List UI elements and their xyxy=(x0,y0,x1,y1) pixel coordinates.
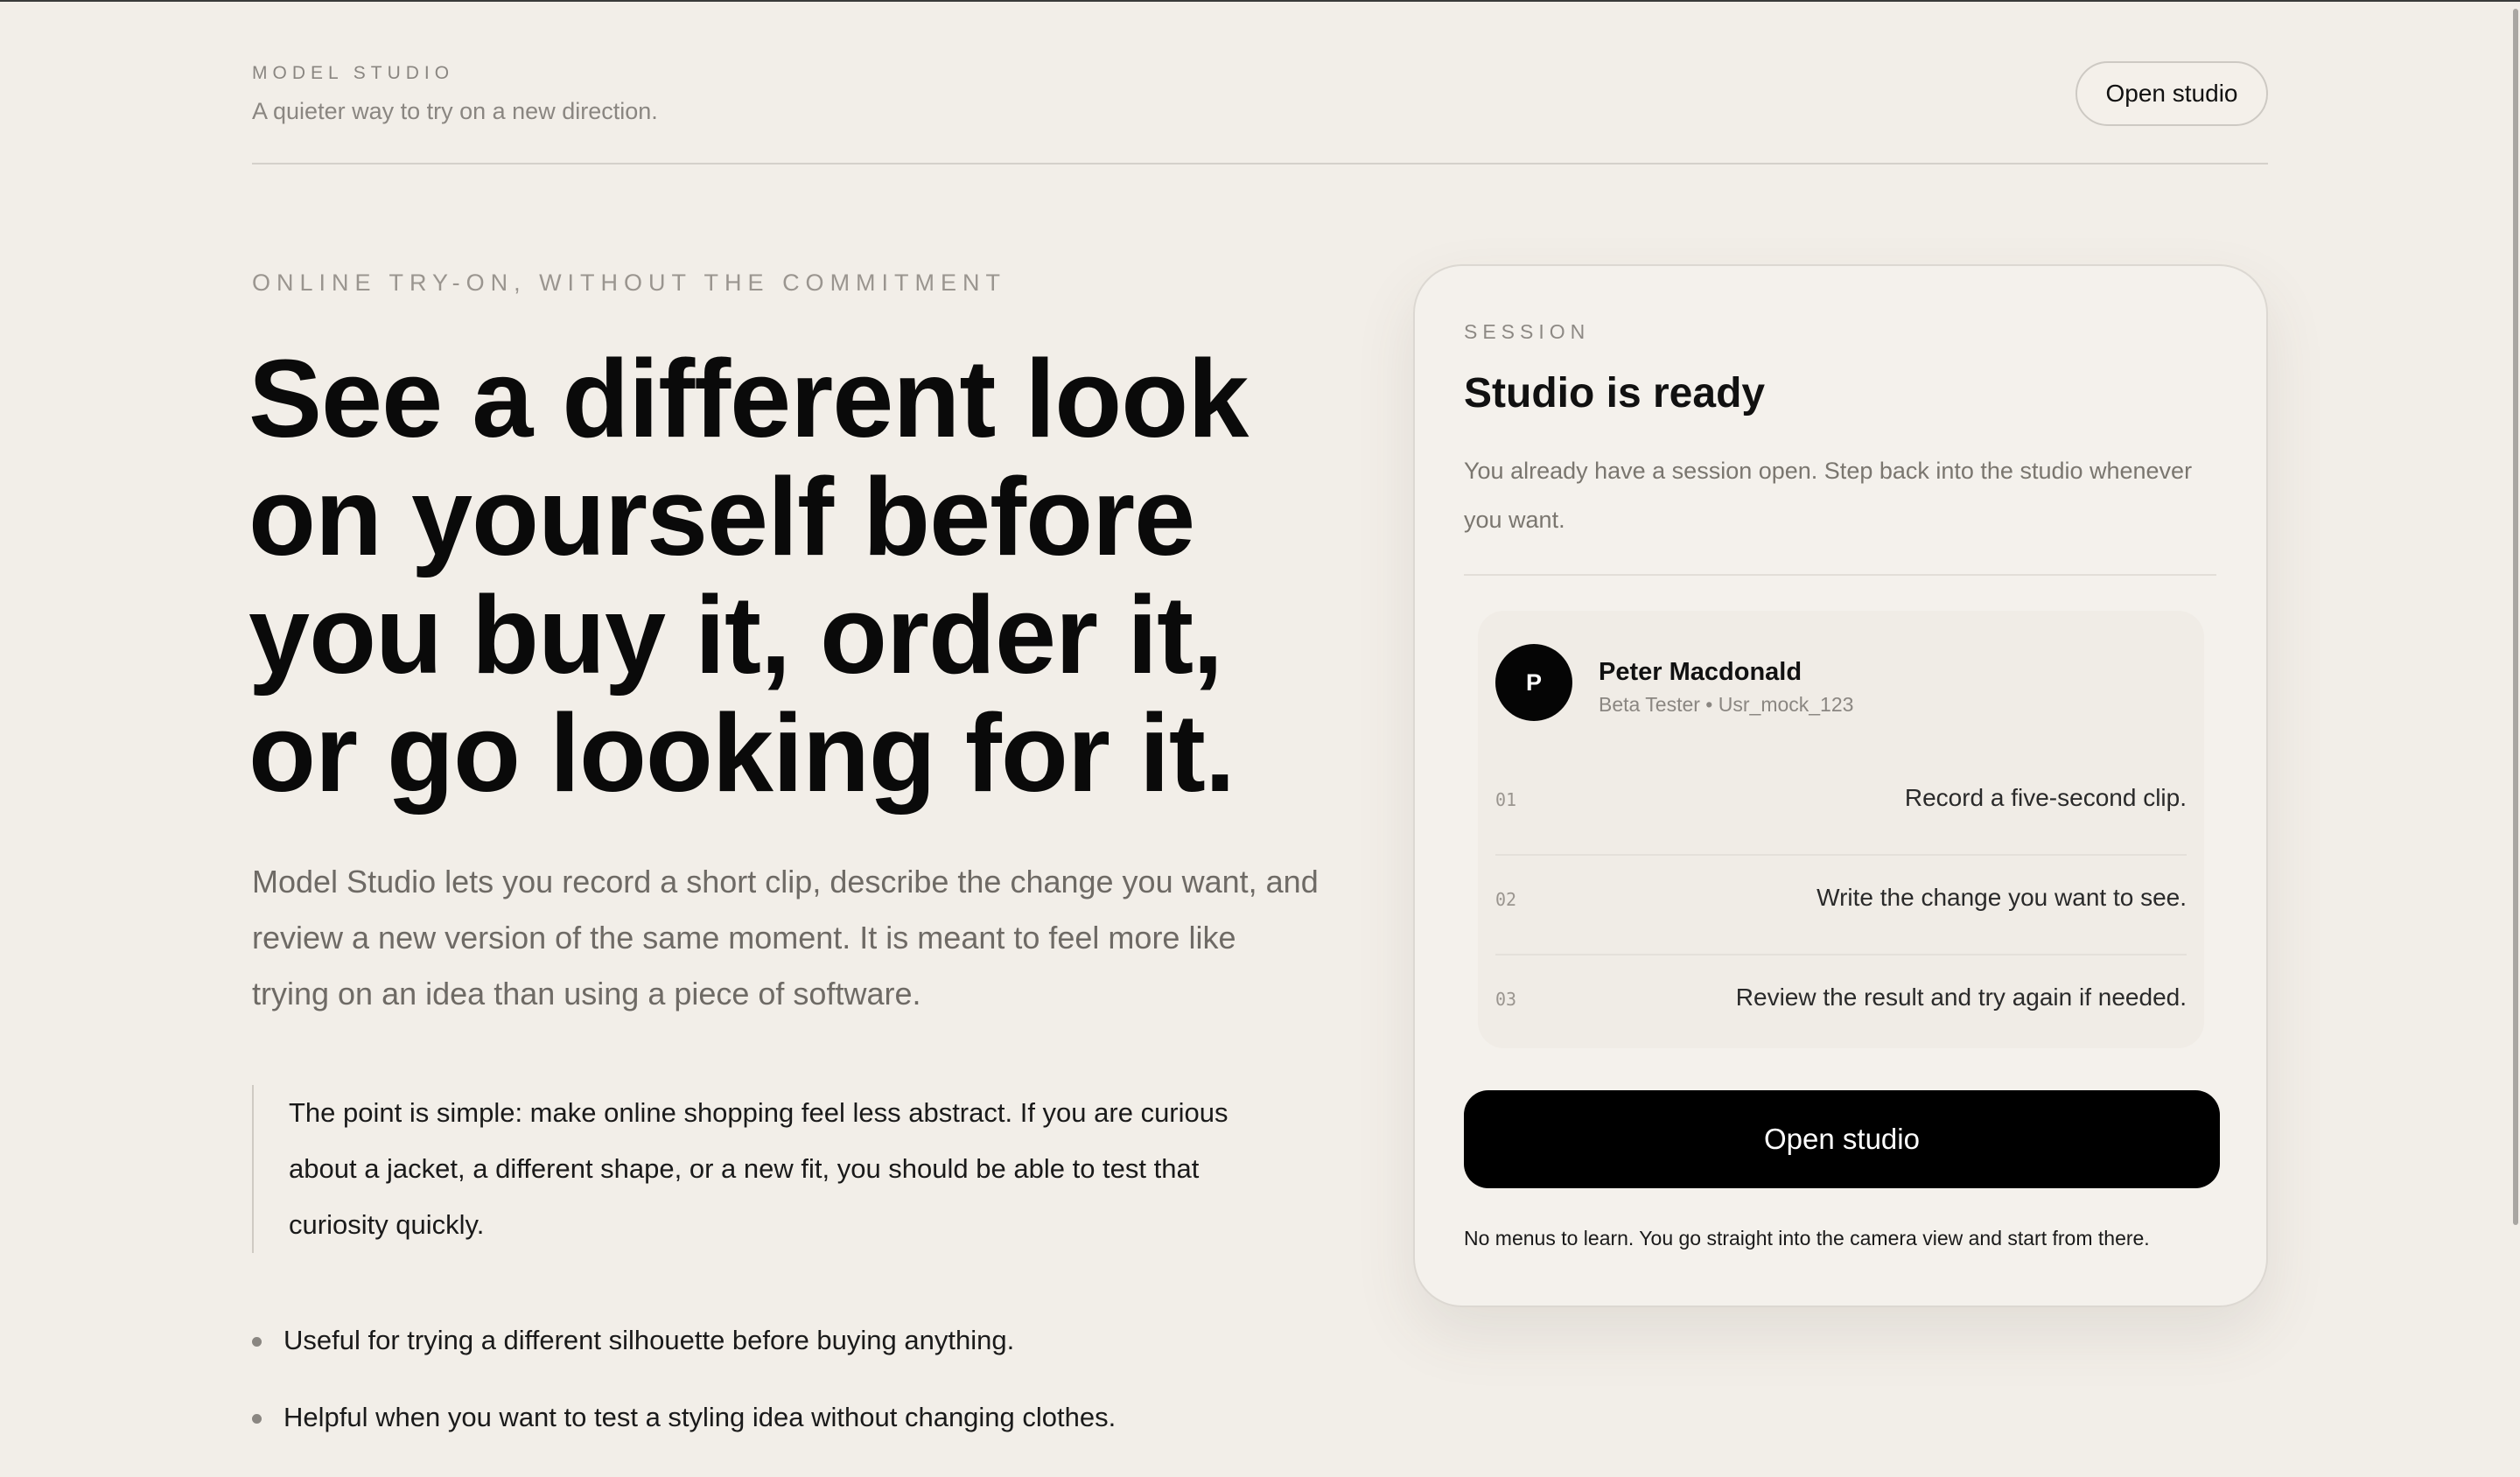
step-text: Review the result and try again if neede… xyxy=(1735,984,2187,1011)
step-text: Record a five-second clip. xyxy=(1904,784,2187,811)
step-item: 03 Review the result and try again if ne… xyxy=(1495,956,2187,1055)
headline-line: you buy it, order it, xyxy=(248,573,1223,696)
benefit-item: Helpful when you want to test a styling … xyxy=(252,1400,1390,1435)
session-description: You already have a session open. Step ba… xyxy=(1464,458,2193,533)
step-item: 01 Record a five-second clip. xyxy=(1495,756,2187,856)
step-number: 01 xyxy=(1495,789,1517,810)
session-card: SESSION Studio is ready You already have… xyxy=(1413,264,2268,1307)
session-label: SESSION xyxy=(1464,320,1591,343)
user-name: Peter Macdonald xyxy=(1599,658,1802,686)
step-text: Write the change you want to see. xyxy=(1816,884,2187,911)
user-role: Beta Tester • Usr_mock_123 xyxy=(1599,693,1854,716)
hero-lede: Model Studio lets you record a short cli… xyxy=(252,864,1319,1012)
header-open-studio-button[interactable]: Open studio xyxy=(2076,61,2268,126)
session-details: P Peter Macdonald Beta Tester • Usr_mock… xyxy=(1478,611,2204,1048)
session-footnote: No menus to learn. You go straight into … xyxy=(1464,1227,2150,1250)
hero-headline: See a different look on yourself before … xyxy=(248,340,1334,812)
benefit-item: Useful for trying a different silhouette… xyxy=(252,1323,1390,1358)
hero-quote: The point is simple: make online shoppin… xyxy=(252,1085,1302,1253)
divider xyxy=(1464,574,2216,576)
open-studio-button[interactable]: Open studio xyxy=(1464,1090,2220,1188)
bullet-dot-icon xyxy=(252,1337,262,1347)
step-item: 02 Write the change you want to see. xyxy=(1495,856,2187,956)
bullet-dot-icon xyxy=(252,1414,262,1424)
scrollbar-thumb[interactable] xyxy=(2513,9,2518,1225)
window-top-border xyxy=(0,0,2520,2)
step-number: 03 xyxy=(1495,989,1517,1010)
benefit-list: Useful for trying a different silhouette… xyxy=(252,1323,1390,1477)
headline-line: See a different look xyxy=(248,337,1249,460)
headline-line: or go looking for it. xyxy=(248,691,1236,815)
session-title: Studio is ready xyxy=(1464,370,1766,416)
hero-eyebrow: ONLINE TRY-ON, WITHOUT THE COMMITMENT xyxy=(252,270,1007,296)
avatar: P xyxy=(1495,644,1572,721)
benefit-text: Helpful when you want to test a styling … xyxy=(284,1402,1116,1432)
headline-line: on yourself before xyxy=(248,455,1195,578)
steps-list: 01 Record a five-second clip. 02 Write t… xyxy=(1495,756,2187,1055)
brand-name: MODEL STUDIO xyxy=(252,63,455,83)
site-header: MODEL STUDIO A quieter way to try on a n… xyxy=(252,60,2268,164)
step-number: 02 xyxy=(1495,889,1517,910)
benefit-text: Useful for trying a different silhouette… xyxy=(284,1325,1015,1355)
brand-tagline: A quieter way to try on a new direction. xyxy=(252,98,658,124)
